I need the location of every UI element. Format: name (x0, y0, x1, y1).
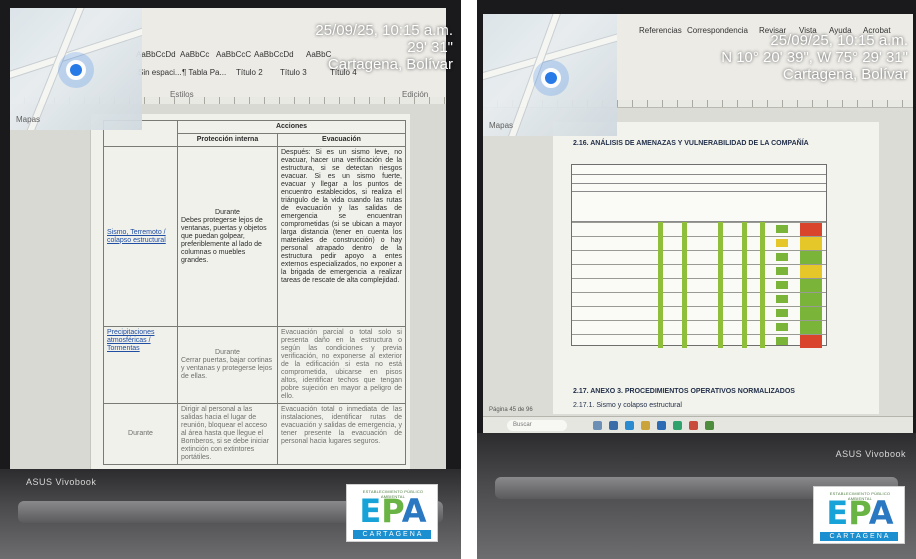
ribbon-style[interactable]: AaBbCcC (216, 50, 251, 59)
laptop-brand: ASUS Vivobook (835, 449, 906, 459)
matrix-risk-cell (800, 293, 822, 306)
stamp-coordinates: 29' 31" (407, 39, 453, 56)
matrix-green-column (658, 222, 663, 348)
folder-icon[interactable] (641, 421, 650, 430)
document-page: 2.16. ANÁLISIS DE AMENAZAS Y VULNERABILI… (553, 122, 879, 414)
logo-mark: EPA (359, 492, 427, 530)
table-group-header: Acciones (177, 120, 406, 134)
event-cell: Sismo, Terremoto / colapso estructural (103, 146, 178, 327)
status-text: Página 45 de 96 (489, 407, 533, 413)
actions-table: Acciones Protección interna Evacuación S… (103, 120, 406, 465)
matrix-score-cell (776, 309, 788, 317)
column-header: Protección interna (177, 133, 278, 147)
epa-logo: ESTABLECIMIENTO PÚBLICO AMBIENTAL EPA CA… (346, 484, 438, 542)
matrix-score-cell (776, 225, 788, 233)
matrix-header-band (572, 192, 826, 222)
stamp-place: Cartagena, Bolívar (782, 66, 908, 83)
logo-city: CARTAGENA (362, 531, 424, 538)
matrix-score-cell (776, 253, 788, 261)
matrix-risk-cell (800, 279, 822, 292)
right-photo: Referencias Correspondencia Revisar Vist… (477, 0, 916, 559)
word-icon[interactable] (657, 421, 666, 430)
matrix-score-cell (776, 337, 788, 345)
matrix-risk-cell (800, 307, 822, 320)
column-header: Evacuación (277, 133, 406, 147)
event-link[interactable]: Sismo, Terremoto / colapso estructural (107, 229, 166, 244)
taskbar-search[interactable]: Buscar (507, 420, 567, 431)
subsection-title: 2.17.1. Sismo y colapso estructural (573, 402, 682, 409)
phase-label: Durante (103, 403, 178, 465)
phase-label: Durante (215, 208, 240, 216)
event-cell: Precipitaciones atmosféricas / Tormentas (103, 326, 178, 404)
protection-text: Debes protegerse lejos de ventanas, puer… (181, 216, 267, 264)
matrix-score-cell (776, 239, 788, 247)
mail-icon[interactable] (625, 421, 634, 430)
protection-text: Cerrar puertas, bajar cortinas y ventana… (181, 357, 273, 380)
ribbon-style[interactable]: Título 3 (280, 68, 307, 77)
matrix-score-cell (776, 295, 788, 303)
app-icon[interactable] (689, 421, 698, 430)
event-link[interactable]: Precipitaciones atmosféricas / Tormentas (107, 329, 154, 352)
protection-cell: Durante Debes protegerse lejos de ventan… (177, 146, 278, 327)
epa-logo: ESTABLECIMIENTO PÚBLICO AMBIENTAL EPA CA… (813, 486, 905, 544)
gps-stamp: 25/09/25, 10:15 a.m. 29' 31" Cartagena, … (315, 22, 453, 73)
ribbon-style[interactable]: ¶ Tabla Pa... (182, 68, 226, 77)
gps-stamp: 25/09/25, 10:15 a.m. N 10° 20' 39", W 75… (721, 32, 908, 83)
location-map: Mapas (483, 14, 617, 136)
annex-title: 2.17. ANEXO 3. PROCEDIMIENTOS OPERATIVOS… (573, 388, 795, 395)
ribbon-style[interactable]: AaBbCcDd (254, 50, 294, 59)
matrix-subtitle-band (572, 175, 826, 184)
risk-matrix (571, 164, 827, 348)
matrix-risk-cell (800, 251, 822, 264)
map-label: Mapas (489, 121, 514, 130)
matrix-green-column (760, 222, 765, 348)
left-photo: AaBbCcDd AaBbCc AaBbCcC AaBbCcDd AaBbC S… (0, 0, 461, 559)
logo-city: CARTAGENA (829, 533, 891, 540)
matrix-risk-cell (800, 335, 822, 348)
matrix-filter-band (572, 184, 826, 192)
stamp-coordinates: N 10° 20' 39", W 75° 29' 31" (721, 49, 908, 66)
file-explorer-icon[interactable] (593, 421, 602, 430)
matrix-green-column (718, 222, 723, 348)
evacuation-text: Evacuación total o inmediata de las inst… (277, 403, 406, 465)
protection-cell: Durante Cerrar puertas, bajar cortinas y… (177, 326, 278, 404)
excel-icon[interactable] (705, 421, 714, 430)
ribbon-tab[interactable]: Referencias (639, 26, 682, 35)
matrix-title-band (572, 165, 826, 175)
location-pin-icon (66, 60, 86, 80)
windows-taskbar: Página 45 de 96 Buscar (483, 407, 913, 434)
logo-mark: EPA (826, 494, 894, 532)
matrix-score-cell (776, 267, 788, 275)
ribbon-style[interactable]: Sin espaci... (138, 68, 182, 77)
laptop-brand: ASUS Vivobook (26, 477, 97, 487)
photo-divider (461, 0, 477, 559)
matrix-risk-cell (800, 265, 822, 278)
store-icon[interactable] (609, 421, 618, 430)
location-map: Mapas (10, 8, 142, 130)
matrix-risk-cell (800, 321, 822, 334)
location-pin-icon (541, 68, 561, 88)
matrix-green-column (742, 222, 747, 348)
matrix-risk-cell (800, 237, 822, 250)
evacuation-text: Evacuación parcial o total solo si prese… (277, 326, 406, 404)
matrix-score-cell (776, 281, 788, 289)
ribbon-style[interactable]: AaBbCc (180, 50, 209, 59)
phase-label: Durante (215, 349, 240, 356)
evacuation-text: Después: Si es un sismo leve, no evacuar… (277, 146, 406, 327)
edge-icon[interactable] (673, 421, 682, 430)
protection-text: Dirigir al personal a las salidas hacia … (177, 403, 278, 465)
ribbon-style[interactable]: Título 2 (236, 68, 263, 77)
matrix-green-column (682, 222, 687, 348)
stamp-datetime: 25/09/25, 10:15 a.m. (770, 32, 908, 49)
stamp-place: Cartagena, Bolívar (327, 56, 453, 73)
matrix-risk-cell (800, 223, 822, 236)
stamp-datetime: 25/09/25, 10:15 a.m. (315, 22, 453, 39)
section-title: 2.16. ANÁLISIS DE AMENAZAS Y VULNERABILI… (573, 140, 809, 147)
matrix-score-cell (776, 323, 788, 331)
document-page: Acciones Protección interna Evacuación S… (90, 114, 410, 470)
map-label: Mapas (16, 115, 41, 124)
